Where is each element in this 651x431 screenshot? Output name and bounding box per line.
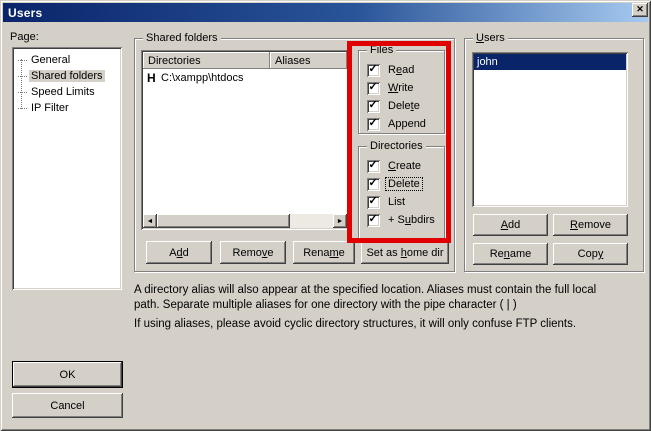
close-icon: ✕ [636, 4, 644, 15]
users-list[interactable]: john [472, 52, 628, 207]
user-name: john [477, 56, 498, 68]
scroll-thumb[interactable] [157, 214, 290, 228]
set-as-home-dir-button[interactable]: Set as home dir [361, 241, 449, 264]
scroll-left-icon: ◄ [147, 218, 154, 225]
directories-list-body: H C:\xampp\htdocs [143, 69, 347, 214]
button-label: Rename [490, 248, 532, 260]
tree-branch-icon [18, 60, 27, 61]
button-label: Rename [303, 247, 345, 259]
button-label: Add [501, 219, 521, 231]
tree-item-speed-limits[interactable]: Speed Limits [18, 84, 120, 100]
scroll-track[interactable] [290, 214, 333, 228]
button-label: Remove [570, 219, 611, 231]
button-label: Cancel [50, 400, 84, 412]
tree-branch-icon [18, 108, 27, 109]
note-line: A directory alias will also appear at th… [134, 283, 639, 298]
column-header-label: Directories [148, 55, 201, 67]
button-label: Set as home dir [366, 247, 443, 259]
ok-button[interactable]: OK [12, 361, 123, 388]
title-bar[interactable]: Users [3, 3, 648, 22]
tree-item-ip-filter[interactable]: IP Filter [18, 100, 120, 116]
page-label: Page: [10, 31, 39, 43]
page-tree[interactable]: General Shared folders Speed Limits IP F… [12, 47, 122, 290]
users-dialog: Users ✕ Page: General Shared folders Spe… [0, 0, 651, 431]
window-title: Users [8, 6, 42, 20]
directories-list-header: Directories Aliases [143, 52, 347, 69]
users-rename-button[interactable]: Rename [473, 243, 548, 265]
tree-branch-icon [18, 76, 27, 77]
scroll-right-icon: ► [337, 218, 344, 225]
shared-remove-button[interactable]: Remove [220, 241, 286, 264]
note-line: path. Separate multiple aliases for one … [134, 298, 639, 313]
horizontal-scrollbar[interactable]: ◄ ► [143, 214, 347, 228]
users-add-button[interactable]: Add [473, 214, 548, 236]
users-group-label: Users [473, 32, 508, 44]
column-header-aliases[interactable]: Aliases [270, 52, 347, 69]
button-label: Copy [578, 248, 604, 260]
shared-folders-group-label: Shared folders [143, 32, 221, 44]
users-copy-button[interactable]: Copy [553, 243, 628, 265]
scroll-left-button[interactable]: ◄ [143, 214, 157, 228]
tree-item-general[interactable]: General [18, 52, 120, 68]
column-header-label: Aliases [275, 55, 310, 67]
alias-note-text: A directory alias will also appear at th… [134, 283, 639, 332]
user-item-john[interactable]: john [474, 54, 626, 70]
note-line: If using aliases, please avoid cyclic di… [134, 317, 639, 332]
cancel-button[interactable]: Cancel [12, 393, 123, 418]
home-dir-marker: H [147, 71, 161, 85]
tree-item-label: IP Filter [29, 102, 71, 114]
tree-item-label: General [29, 54, 72, 66]
users-remove-button[interactable]: Remove [553, 214, 628, 236]
directory-row[interactable]: H C:\xampp\htdocs [143, 69, 347, 86]
directory-path: C:\xampp\htdocs [161, 72, 244, 84]
shared-add-button[interactable]: Add [146, 241, 212, 264]
directories-list[interactable]: Directories Aliases H C:\xampp\htdocs ◄ … [141, 50, 349, 230]
button-label: Add [169, 247, 189, 259]
shared-rename-button[interactable]: Rename [293, 241, 355, 264]
tree-item-shared-folders[interactable]: Shared folders [18, 68, 120, 84]
column-header-directories[interactable]: Directories [143, 52, 270, 69]
tree-item-label: Shared folders [29, 70, 105, 82]
tree-branch-icon [18, 92, 27, 93]
tree-item-label: Speed Limits [29, 86, 97, 98]
scroll-right-button[interactable]: ► [333, 214, 347, 228]
permissions-highlight-box [347, 41, 451, 243]
button-label: Remove [233, 247, 274, 259]
button-label: OK [60, 369, 76, 381]
close-button[interactable]: ✕ [632, 3, 648, 17]
